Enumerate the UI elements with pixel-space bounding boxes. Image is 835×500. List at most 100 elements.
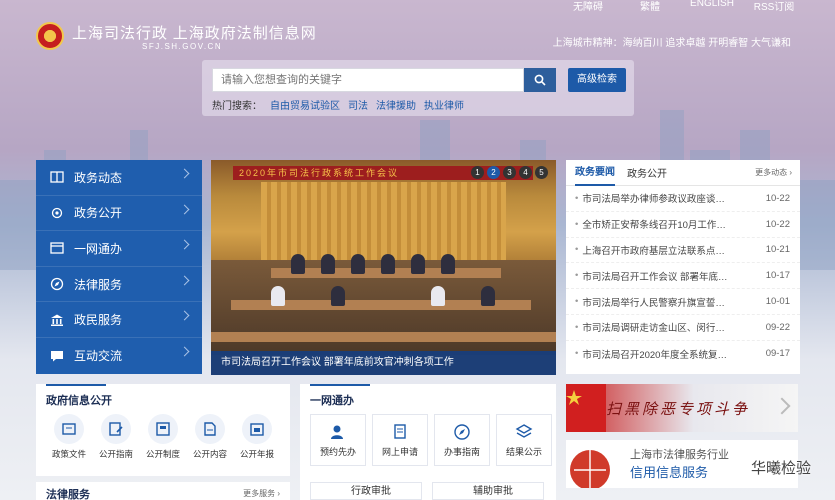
meeting-tables — [211, 254, 556, 355]
ywt-result[interactable]: 结果公示 — [496, 414, 552, 466]
more-services-link[interactable]: 更多服务 › — [243, 488, 280, 499]
hand-doc-icon — [394, 424, 406, 439]
chevron-right-icon — [179, 346, 190, 357]
hot-search: 热门搜索： 自由贸易试验区 司法 法律援助 执业律师 — [212, 97, 464, 112]
sidebar-item-label: 法律服务 — [74, 277, 123, 292]
ywt-apply[interactable]: 网上申请 — [372, 414, 428, 466]
search-button[interactable] — [524, 68, 556, 92]
news-panel: 政务要闻 政务公开 更多动态 › • 市司法局举办律师参政议政座谈… 10-22 •… — [566, 160, 800, 374]
ywt-label: 网上申请 — [381, 447, 418, 457]
compass-icon — [50, 277, 64, 291]
calendar-icon — [250, 423, 264, 436]
sidebar-item-one-net[interactable]: 一网通办 — [36, 231, 202, 267]
list-item[interactable]: • 全市矫正安帮条线召开10月工作… 10-22 — [566, 212, 800, 238]
sidebar-item-citizen-service[interactable]: 政民服务 — [36, 302, 202, 338]
more-news-label: 更多动态 — [755, 168, 788, 177]
gov-info-content[interactable]: 公开内容 — [189, 414, 231, 460]
top-link-rss[interactable]: RSS订阅 — [743, 0, 805, 13]
list-item[interactable]: • 市司法局召开2020年度全系统复… 09-17 — [566, 341, 800, 367]
top-link-accessibility[interactable]: 无障碍 — [557, 0, 619, 13]
sidebar-item-label: 政民服务 — [74, 313, 123, 328]
news-carousel[interactable]: 2020年市司法行政系统工作会议 1 2 3 4 5 市司法局召开工作会议 部署… — [211, 160, 556, 375]
news-title: 市司法局举办律师参政议政座谈… — [582, 194, 725, 206]
news-title: 市司法局举行人民警察升旗宣誓… — [582, 297, 725, 309]
hot-term-justice[interactable]: 司法 — [348, 97, 368, 112]
gov-info-label: 公开指南 — [98, 449, 133, 459]
tab-gov-open[interactable]: 政务公开 — [627, 165, 667, 180]
news-date: 10-01 — [765, 296, 790, 308]
gov-info-label: 公开内容 — [192, 449, 227, 459]
carousel-dot-1[interactable]: 1 — [471, 166, 484, 179]
credit-line-1: 上海市法律服务行业 — [630, 449, 729, 461]
hot-term-ftz[interactable]: 自由贸易试验区 — [270, 97, 340, 112]
chevron-right-icon — [773, 397, 791, 415]
flag-icon — [566, 384, 606, 432]
search-input[interactable] — [212, 68, 524, 92]
gov-info-label: 公开年报 — [239, 449, 274, 459]
legal-service-panel: 法律服务 更多服务 › — [36, 482, 290, 500]
top-link-traditional[interactable]: 繁體 — [619, 0, 681, 13]
gov-info-label: 公开制度 — [145, 449, 180, 459]
book-icon — [50, 170, 64, 184]
hot-term-lawyer[interactable]: 执业律师 — [424, 97, 464, 112]
advanced-search-button[interactable]: 高级检索 — [568, 68, 626, 92]
more-news-link[interactable]: 更多动态 › — [755, 167, 792, 178]
search-icon — [534, 74, 546, 86]
news-title: 市司法局召开2020年度全系统复… — [582, 349, 727, 361]
chevron-right-icon — [179, 310, 190, 321]
list-item[interactable]: • 市司法局调研走访金山区、闵行… 09-22 — [566, 315, 800, 341]
list-item[interactable]: • 上海召开市政府基层立法联系点… 10-21 — [566, 238, 800, 264]
chat-icon — [50, 349, 64, 363]
national-emblem-icon — [36, 22, 64, 50]
chevron-right-icon — [179, 168, 190, 179]
building-icon — [50, 313, 64, 327]
carousel-dot-4[interactable]: 4 — [519, 166, 532, 179]
sidebar-item-label: 互动交流 — [74, 349, 123, 364]
list-item[interactable]: • 市司法局举行人民警察升旗宣誓… 10-01 — [566, 289, 800, 315]
ywt-admin-approval[interactable]: 行政审批 — [310, 482, 422, 500]
hot-term-legal-aid[interactable]: 法律援助 — [376, 97, 416, 112]
carousel-dot-2[interactable]: 2 — [487, 166, 500, 179]
list-item[interactable]: • 市司法局举办律师参政议政座谈… 10-22 — [566, 186, 800, 212]
legal-service-title: 法律服务 — [46, 489, 90, 500]
gov-info-title: 政府信息公开 — [46, 395, 112, 407]
news-title: 上海召开市政府基层立法联系点… — [582, 245, 725, 257]
chevron-right-icon — [179, 204, 190, 215]
sidebar-item-interaction[interactable]: 互动交流 — [36, 338, 202, 374]
carousel-dot-5[interactable]: 5 — [535, 166, 548, 179]
ywt-aux-approval[interactable]: 辅助审批 — [432, 482, 544, 500]
sidebar-item-gov-open[interactable]: 政务公开 — [36, 196, 202, 232]
top-nav: 无障碍 繁體 ENGLISH RSS订阅 — [557, 0, 805, 13]
ywt-guide[interactable]: 办事指南 — [434, 414, 490, 466]
window-icon — [50, 241, 64, 255]
ywt-label: 结果公示 — [505, 447, 542, 457]
news-title: 全市矫正安帮条线召开10月工作… — [582, 220, 726, 232]
stage-curtain — [261, 182, 506, 264]
gov-info-guide[interactable]: 公开指南 — [95, 414, 137, 460]
gov-info-annual[interactable]: 公开年报 — [236, 414, 278, 460]
ywt-appointment[interactable]: 预约先办 — [310, 414, 366, 466]
credit-line-2: 信用信息服务 — [630, 465, 709, 480]
sidebar-nav: 政务动态 政务公开 一网通办 法律服务 政民服务 互动交流 — [36, 160, 202, 374]
list-item[interactable]: • 市司法局召开工作会议 部署年底… 10-17 — [566, 263, 800, 290]
news-title: 市司法局调研走访金山区、闵行… — [582, 323, 725, 335]
hot-search-label: 热门搜索： — [212, 101, 262, 112]
sidebar-item-gov-news[interactable]: 政务动态 — [36, 160, 202, 196]
site-subtitle: SFJ.SH.GOV.CN — [142, 42, 223, 51]
news-date: 10-17 — [765, 270, 790, 282]
sidebar-item-label: 政务动态 — [74, 170, 123, 185]
more-services-label: 更多服务 — [243, 489, 276, 498]
book-icon — [156, 422, 170, 436]
gov-info-system[interactable]: 公开制度 — [142, 414, 184, 460]
sidebar-item-legal-service[interactable]: 法律服务 — [36, 267, 202, 303]
carousel-dot-3[interactable]: 3 — [503, 166, 516, 179]
top-link-english[interactable]: ENGLISH — [681, 0, 743, 13]
anti-crime-banner[interactable]: 扫黑除恶专项斗争 — [566, 384, 798, 432]
gov-info-policy[interactable]: 政策文件 — [48, 414, 90, 460]
carousel-caption[interactable]: 市司法局召开工作会议 部署年底前攻官冲刺各项工作 — [211, 351, 556, 375]
city-spirit-text: 上海城市精神：海纳百川 追求卓越 开明睿智 大气谦和 — [552, 38, 791, 49]
ywt-label: 预约先办 — [319, 447, 356, 457]
layers-icon — [515, 424, 533, 438]
tab-gov-news[interactable]: 政务要闻 — [575, 160, 615, 186]
ywt-label: 办事指南 — [443, 447, 480, 457]
